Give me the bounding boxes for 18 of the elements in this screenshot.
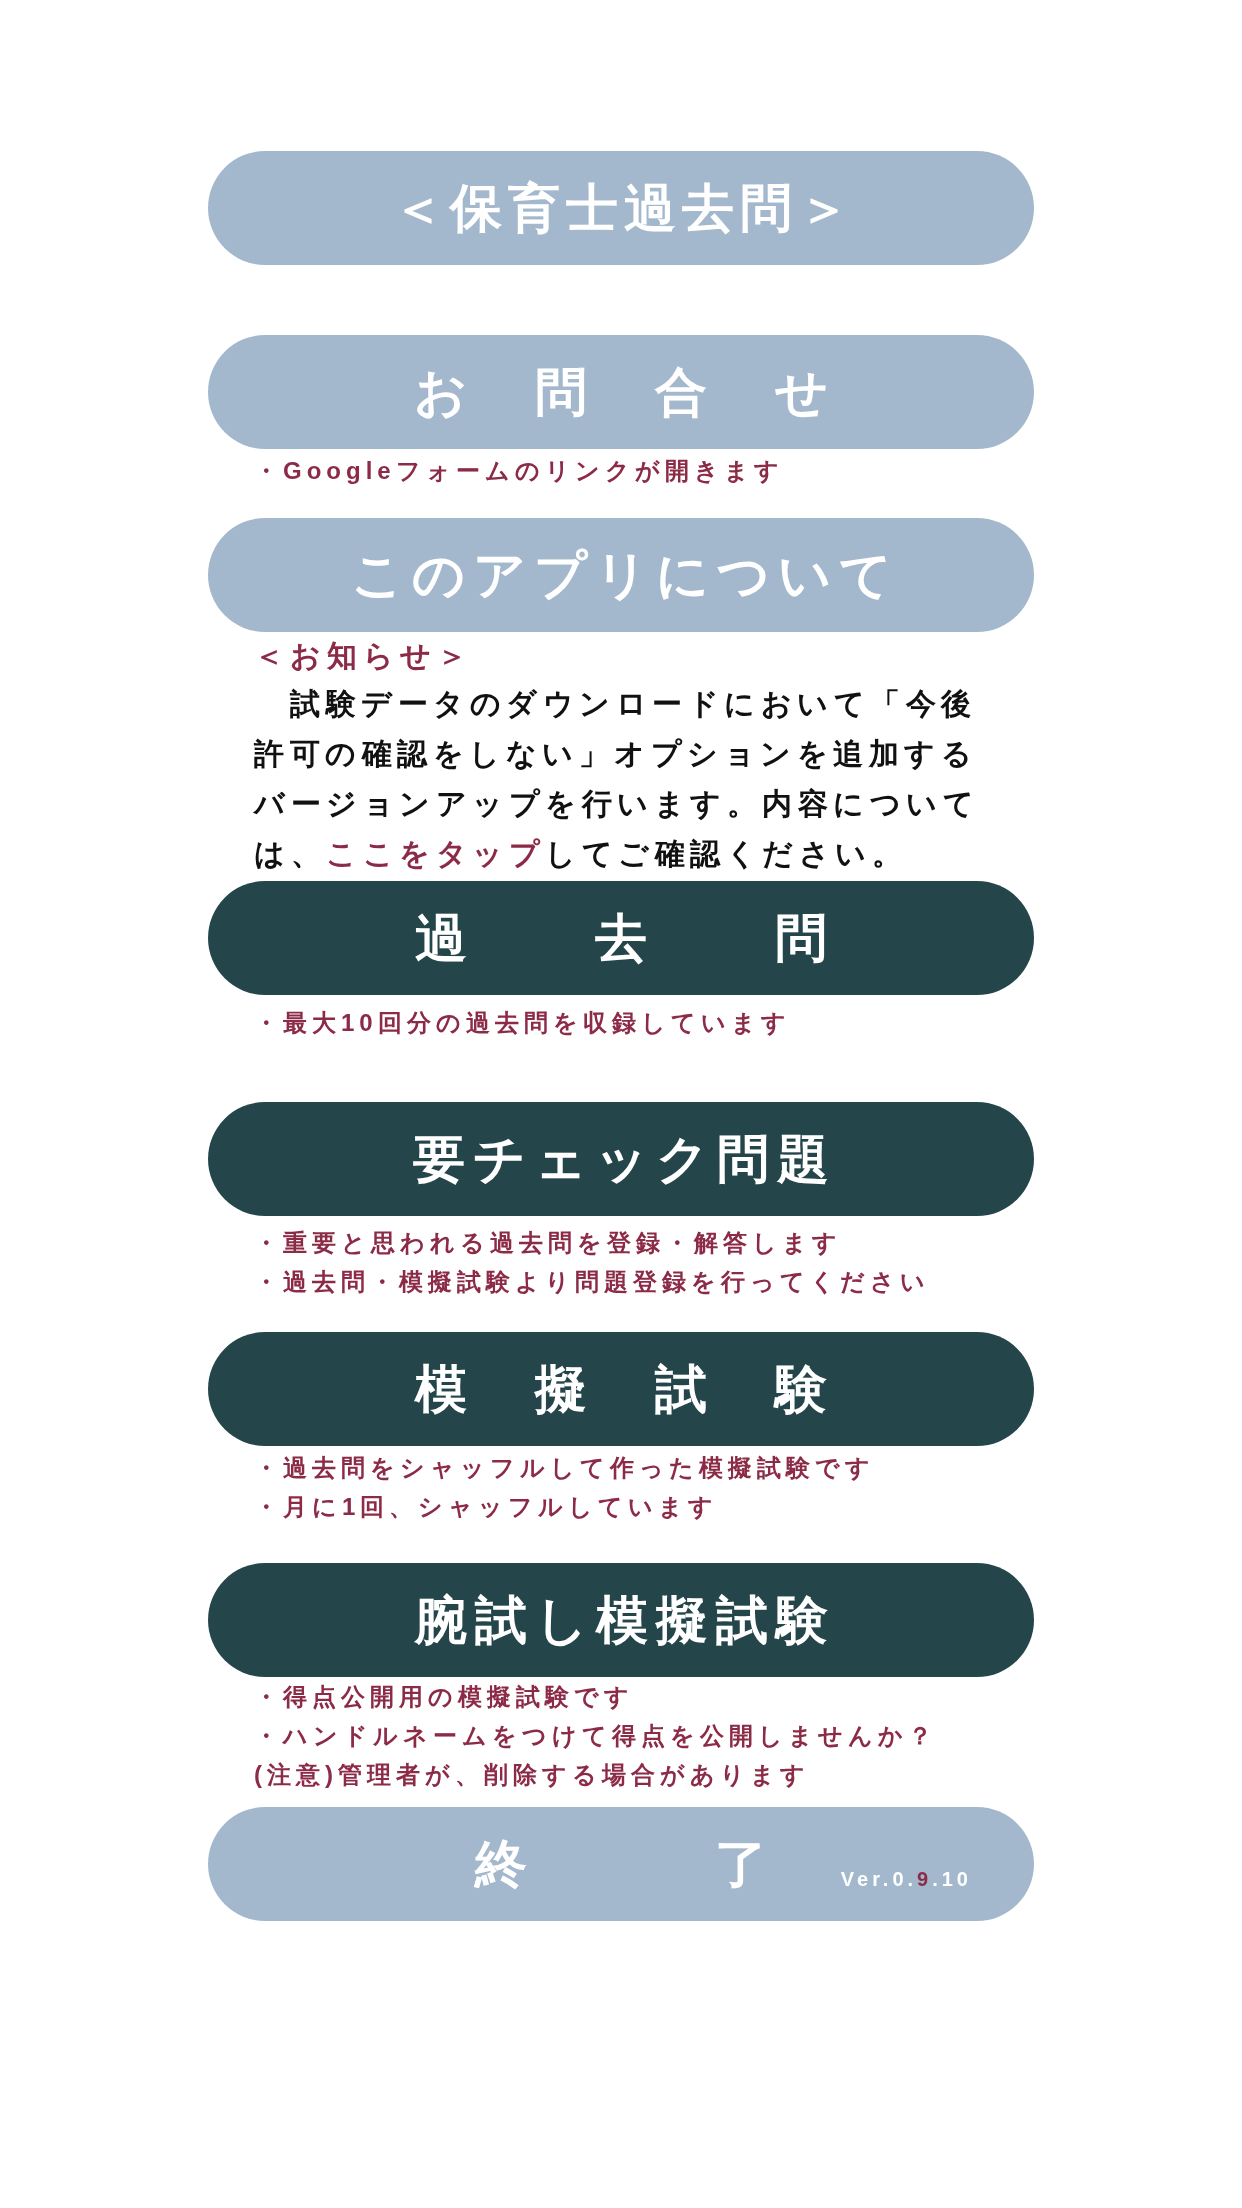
menu-button[interactable]: 模 擬 試 験 bbox=[208, 1332, 1034, 1446]
menu-note: ・月に1回、シャッフルしています bbox=[254, 1492, 720, 1522]
inline-link[interactable]: ここをタップ bbox=[326, 837, 545, 870]
menu-note: ・得点公開用の模擬試験です bbox=[254, 1682, 635, 1712]
notice-heading: ＜お知らせ＞ bbox=[254, 638, 474, 674]
menu-note: ・過去問をシャッフルして作った模擬試験です bbox=[254, 1453, 876, 1483]
menu-button[interactable]: 過 去 問 bbox=[208, 881, 1034, 995]
menu-note: (注意)管理者が、削除する場合があります bbox=[254, 1760, 811, 1790]
menu-note: ・最大10回分の過去問を収録しています bbox=[254, 1008, 792, 1038]
menu-note: ・ハンドルネームをつけて得点を公開しませんか？ bbox=[254, 1721, 938, 1751]
menu-button[interactable]: 要チェック問題 bbox=[208, 1102, 1034, 1216]
notice-text: 試験データのダウンロードにおいて「今後許可の確認をしない」オプションを追加するバージョンアップを行います。内容については、ここをタップ してご確認ください。 bbox=[254, 686, 980, 872]
menu-note: ・Googleフォームのリンクが開きます bbox=[254, 456, 785, 486]
menu-button[interactable]: 腕試し模擬試験 bbox=[208, 1563, 1034, 1677]
title-banner: ＜保育士過去問＞ bbox=[208, 151, 1034, 265]
menu-note: ・過去問・模擬試験より問題登録を行ってください bbox=[254, 1267, 931, 1297]
version-label: Ver.0.9.10 bbox=[840, 1867, 972, 1892]
menu-note: ・重要と思われる過去問を登録・解答します bbox=[254, 1228, 843, 1258]
